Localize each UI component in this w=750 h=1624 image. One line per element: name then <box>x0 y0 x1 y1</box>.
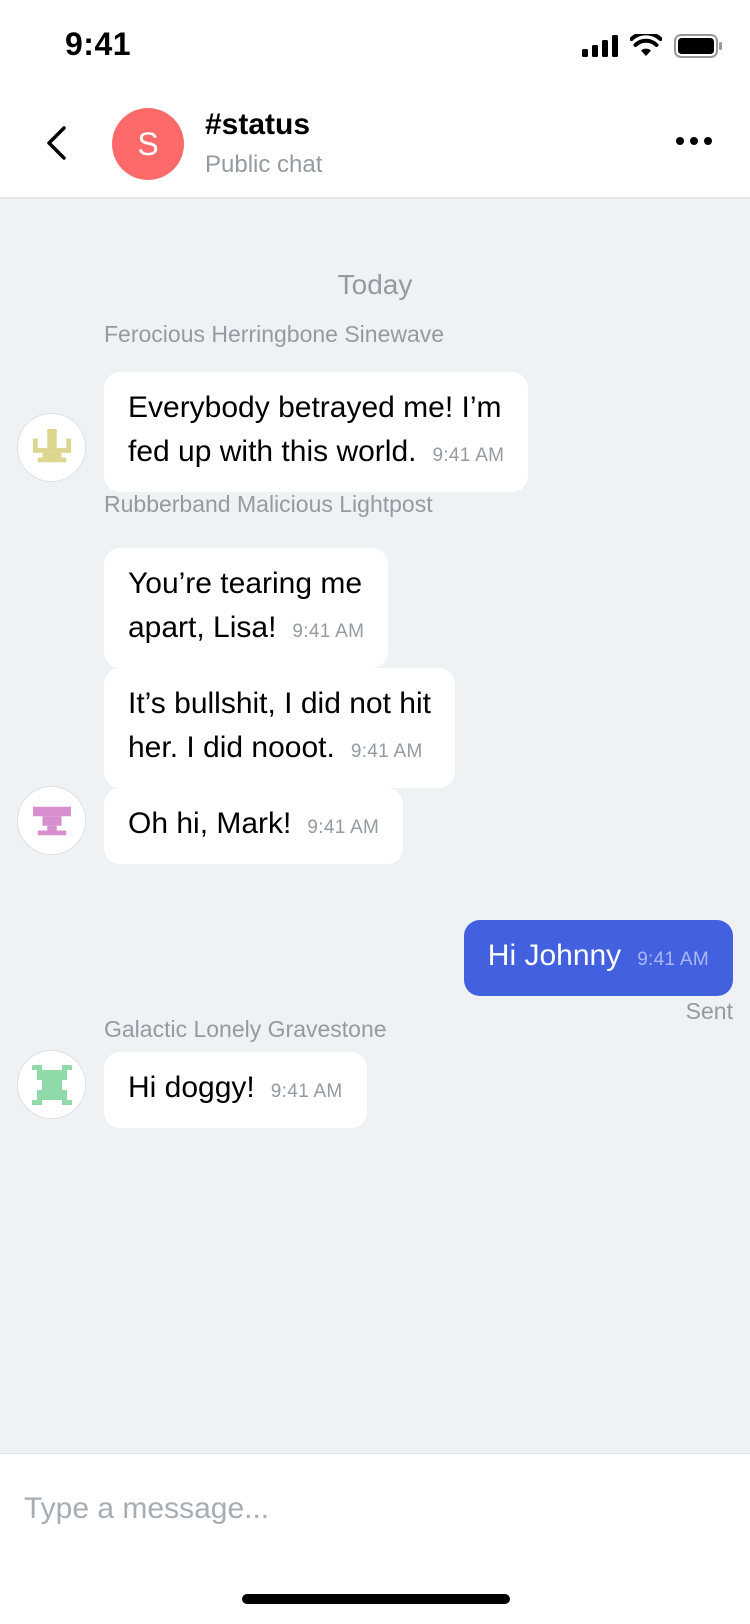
back-button[interactable] <box>36 118 76 168</box>
sender-name[interactable]: Galactic Lonely Gravestone <box>104 1016 387 1043</box>
pink-pixel-identicon-icon <box>32 806 71 835</box>
green-pixel-identicon-icon <box>31 1064 72 1105</box>
message-bubble[interactable]: Everybody betrayed me! I’m fed up with t… <box>104 372 529 492</box>
message-time: 9:41 AM <box>432 445 505 466</box>
yellow-pixel-identicon-icon <box>32 428 71 462</box>
more-dot <box>676 137 684 145</box>
message-time: 9:41 AM <box>292 621 365 642</box>
outgoing-message-bubble[interactable]: Hi Johnny 9:41 AM <box>463 920 733 996</box>
wifi-icon <box>630 34 662 56</box>
message-bubble[interactable]: You’re tearing me apart, Lisa! 9:41 AM <box>104 548 389 668</box>
message-time: 9:41 AM <box>270 1081 343 1102</box>
message-text: Hi doggy! <box>128 1071 255 1104</box>
chat-subtitle: Public chat <box>205 151 323 178</box>
status-icons <box>582 33 722 59</box>
chat-avatar[interactable]: S <box>112 108 184 180</box>
sender-avatar[interactable] <box>17 786 86 855</box>
more-dot <box>704 137 712 145</box>
more-dot <box>690 137 698 145</box>
status-bar: 9:41 <box>0 0 750 88</box>
message-bubble[interactable]: Oh hi, Mark! 9:41 AM <box>104 788 404 864</box>
home-indicator <box>242 1594 510 1604</box>
sender-avatar[interactable] <box>17 1050 86 1119</box>
chat-avatar-letter: S <box>137 125 159 162</box>
message-bubble[interactable]: It’s bullshit, I did not hit her. I did … <box>104 668 455 788</box>
date-separator: Today <box>337 269 413 300</box>
status-time: 9:41 <box>65 26 132 62</box>
message-bubble[interactable]: Hi doggy! 9:41 AM <box>104 1052 367 1128</box>
message-text: Hi Johnny <box>487 939 622 972</box>
cellular-signal-icon <box>582 35 618 57</box>
message-status: Sent <box>685 998 733 1024</box>
chat-title: #status <box>205 108 311 141</box>
message-text: Oh hi, Mark! <box>128 807 292 840</box>
message-time: 9:41 AM <box>350 741 423 762</box>
battery-icon <box>674 34 722 58</box>
chat-header: S #status Public chat <box>0 88 750 199</box>
chevron-left-icon <box>47 126 66 160</box>
message-list[interactable]: Today Ferocious Herringbone Sinewave Eve… <box>0 199 750 1453</box>
sender-name[interactable]: Ferocious Herringbone Sinewave <box>104 321 444 348</box>
message-time: 9:41 AM <box>307 817 380 838</box>
message-input[interactable] <box>24 1484 724 1534</box>
sender-name[interactable]: Rubberband Malicious Lightpost <box>104 491 433 518</box>
sender-avatar[interactable] <box>17 413 86 482</box>
message-composer <box>0 1453 750 1624</box>
message-time: 9:41 AM <box>637 949 709 970</box>
more-options-button[interactable] <box>672 126 716 156</box>
